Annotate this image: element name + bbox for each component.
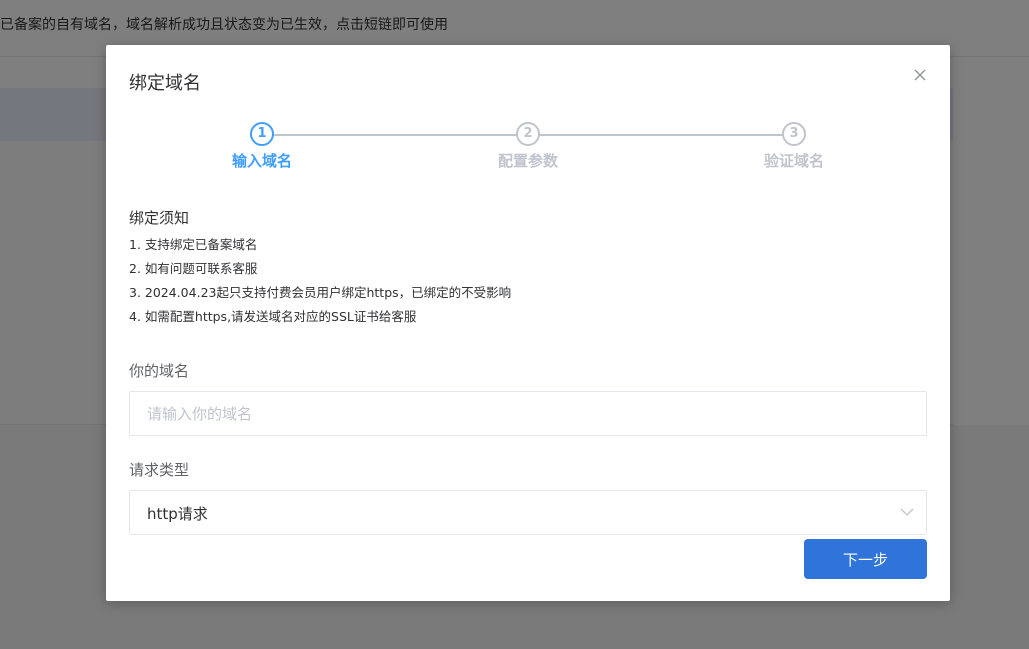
domain-input[interactable] (129, 391, 927, 436)
dialog-title: 绑定域名 (129, 73, 201, 94)
notice-item: 4. 如需配置https,请发送域名对应的SSL证书给客服 (129, 309, 417, 324)
step-3-label: 验证域名 (763, 152, 824, 170)
chevron-down-icon (900, 508, 914, 516)
step-3-number: 3 (782, 122, 806, 146)
domain-label: 你的域名 (129, 362, 190, 380)
step-2-label: 配置参数 (497, 152, 558, 170)
step-1-label: 输入域名 (231, 152, 292, 170)
step-1: 1 输入域名 (202, 122, 322, 171)
step-1-number: 1 (250, 122, 274, 146)
step-3: 3 验证域名 (734, 122, 854, 171)
close-icon[interactable] (912, 67, 928, 83)
request-type-label: 请求类型 (129, 461, 190, 479)
bind-domain-dialog: 绑定域名 1 输入域名 2 配置参数 3 验证域名 绑定须知 1. 支持绑定已备… (106, 45, 950, 601)
notice-item: 2. 如有问题可联系客服 (129, 261, 258, 276)
step-2-number: 2 (516, 122, 540, 146)
next-step-button[interactable]: 下一步 (804, 539, 927, 579)
request-type-value: http请求 (147, 505, 208, 523)
steps-progress: 1 输入域名 2 配置参数 3 验证域名 (106, 122, 950, 172)
notice-item: 3. 2024.04.23起只支持付费会员用户绑定https，已绑定的不受影响 (129, 285, 512, 300)
notice-title: 绑定须知 (129, 209, 190, 227)
step-2: 2 配置参数 (468, 122, 588, 171)
notice-item: 1. 支持绑定已备案域名 (129, 237, 258, 252)
request-type-select[interactable]: http请求 (129, 490, 927, 535)
notice-list: 1. 支持绑定已备案域名 2. 如有问题可联系客服 3. 2024.04.23起… (129, 235, 511, 331)
